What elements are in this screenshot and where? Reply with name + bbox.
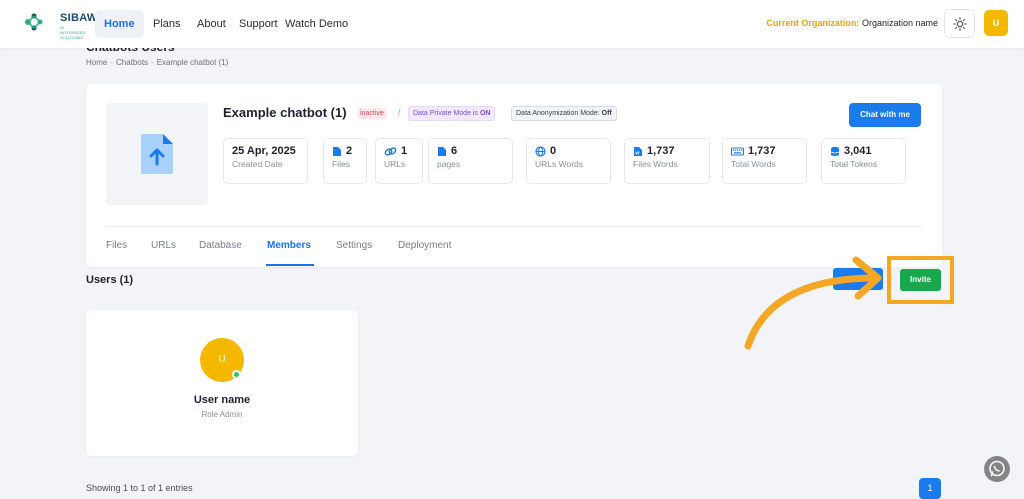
- tab-urls[interactable]: URLs: [151, 240, 176, 251]
- stat-urls-words: 0 URLs Words: [526, 138, 611, 184]
- stat-files-words: W 1,737 Files Words: [624, 138, 710, 184]
- stat-label: URLs Words: [535, 159, 584, 169]
- stat-total-words: 1,737 Total Words: [722, 138, 807, 184]
- stat-value: 1: [401, 145, 408, 157]
- private-mode-label: Data Private Mode is: [413, 110, 478, 117]
- nav-home[interactable]: Home: [95, 10, 144, 38]
- database-icon: [830, 146, 840, 156]
- pagination-info: Showing 1 to 1 of 1 entries: [86, 483, 193, 493]
- logo-subtext: AI INTEGRATED SOLUTIONS: [60, 25, 86, 40]
- stat-pages: 6 pages: [428, 138, 513, 184]
- tab-settings[interactable]: Settings: [336, 240, 372, 251]
- stat-label: URLs: [384, 159, 406, 169]
- invite-highlight-box: [887, 256, 954, 304]
- member-name: User name: [193, 394, 251, 406]
- globe-icon: [535, 145, 546, 157]
- breadcrumb-chatbots[interactable]: Chatbots: [116, 58, 148, 67]
- stat-label: Created Date: [232, 159, 283, 169]
- stat-label: Total Words: [731, 159, 776, 169]
- active-tab-indicator: [266, 264, 314, 266]
- stat-label: Files: [332, 159, 350, 169]
- svg-text:W: W: [635, 150, 640, 155]
- stat-label: pages: [437, 159, 461, 169]
- badge-separator: /: [398, 107, 401, 117]
- private-mode-badge: Data Private Mode is ON: [408, 106, 496, 121]
- nav-about[interactable]: About: [188, 10, 235, 38]
- stat-value: 0: [550, 145, 557, 157]
- card-divider: [106, 226, 922, 227]
- private-mode-value: ON: [479, 110, 491, 117]
- file-icon: [438, 146, 446, 156]
- stat-value: 3,041: [844, 145, 872, 157]
- logo[interactable]: SIBAWAY AI INTEGRATED SOLUTIONS: [22, 10, 112, 40]
- nav-watch-demo[interactable]: Watch Demo: [276, 10, 357, 38]
- pagination-page-1[interactable]: 1: [919, 478, 941, 499]
- chatbot-card: Example chatbot (1) inactive / Data Priv…: [86, 84, 942, 267]
- stat-value: 25 Apr, 2025: [232, 145, 296, 157]
- status-badge: inactive: [357, 108, 387, 119]
- stat-files: 2 Files: [323, 138, 367, 184]
- sun-icon: [952, 17, 967, 31]
- link-icon: [384, 146, 397, 156]
- anon-mode-value: Off: [601, 110, 612, 117]
- whatsapp-chat-button[interactable]: [984, 456, 1010, 482]
- nav-plans[interactable]: Plans: [144, 10, 190, 38]
- keyboard-icon: [731, 146, 744, 156]
- stat-label: Files Words: [633, 159, 678, 169]
- chatbot-name: Example chatbot (1): [223, 105, 347, 120]
- stat-value: 1,737: [647, 145, 675, 157]
- stat-value: 1,737: [748, 145, 776, 157]
- whatsapp-icon: [989, 460, 1005, 477]
- breadcrumb-current: Example chatbot (1): [156, 58, 229, 67]
- tab-database[interactable]: Database: [199, 240, 242, 251]
- member-role: Role Admin: [201, 410, 243, 419]
- anonymization-mode-badge: Data Anonymization Mode: Off: [511, 106, 617, 121]
- chatbot-thumbnail: [106, 103, 208, 205]
- file-icon: [333, 146, 341, 156]
- stat-label: Total Tokens: [830, 159, 878, 169]
- breadcrumb: Home - Chatbots - Example chatbot (1): [86, 58, 229, 67]
- stat-value: 6: [451, 145, 458, 157]
- file-upload-icon: [141, 134, 173, 174]
- top-navbar: SIBAWAY AI INTEGRATED SOLUTIONS Home Pla…: [0, 0, 1024, 48]
- stat-total-tokens: 3,041 Total Tokens: [821, 138, 906, 184]
- word-file-icon: W: [634, 146, 642, 156]
- chat-with-me-button[interactable]: Chat with me: [849, 103, 921, 127]
- org-name: Organization name: [861, 18, 938, 28]
- stat-urls: 1 URLs: [375, 138, 423, 184]
- pointer-arrow-icon: [744, 256, 882, 350]
- tab-deployment[interactable]: Deployment: [398, 240, 451, 251]
- member-card[interactable]: U User name Role Admin: [86, 310, 358, 456]
- anon-mode-label: Data Anonymization Mode:: [516, 110, 600, 117]
- breadcrumb-home[interactable]: Home: [86, 58, 107, 67]
- tab-files[interactable]: Files: [106, 240, 127, 251]
- users-section-title: Users (1): [86, 274, 134, 286]
- stat-created-date: 25 Apr, 2025 Created Date: [223, 138, 308, 184]
- theme-toggle-button[interactable]: [944, 9, 975, 38]
- tab-members[interactable]: Members: [267, 240, 311, 251]
- org-label: Current Organization:: [766, 18, 860, 28]
- logo-mark-icon: [25, 13, 43, 31]
- user-avatar-button[interactable]: U: [984, 10, 1008, 36]
- online-status-dot: [232, 370, 241, 379]
- current-organization[interactable]: Current Organization: Organization name: [766, 18, 938, 28]
- stat-value: 2: [346, 145, 353, 157]
